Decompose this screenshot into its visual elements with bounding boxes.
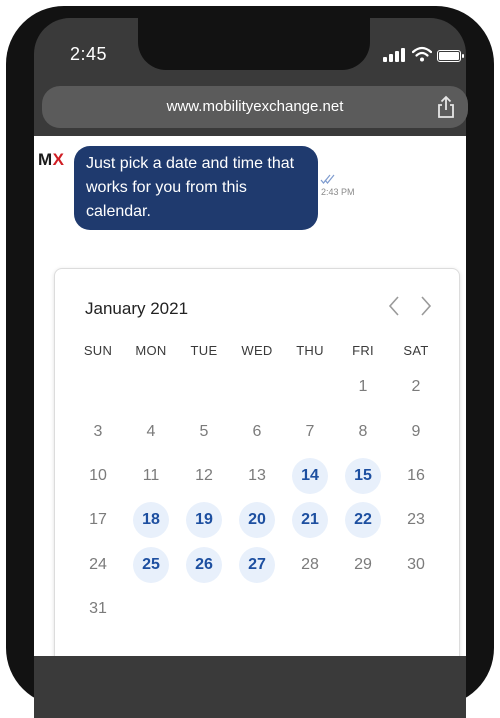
weekday-sat: SAT [403, 343, 429, 358]
calendar-day: 10 [89, 467, 107, 484]
calendar-day-available[interactable]: 20 [239, 502, 275, 538]
calendar-month-title: January 2021 [85, 299, 189, 318]
calendar-day: 6 [252, 423, 262, 440]
url-text: www.mobilityexchange.net [166, 98, 344, 115]
calendar-day: 13 [248, 467, 266, 484]
calendar-day-available[interactable]: 14 [292, 458, 328, 494]
calendar-day: 24 [89, 556, 107, 573]
battery-icon [437, 50, 464, 62]
calendar-day-available[interactable]: 27 [239, 547, 275, 583]
calendar-day-available[interactable]: 25 [133, 547, 169, 583]
read-receipt-icon [320, 174, 335, 184]
calendar-day: 3 [93, 423, 103, 440]
calendar-day: 5 [199, 423, 209, 440]
calendar-widget: January 2021 SUN MON TUE WED THU FRI SAT 12345… [54, 268, 460, 656]
weekday-wed: WED [241, 343, 273, 358]
logo-letter-m: M [38, 150, 53, 169]
status-time: 2:45 [70, 44, 108, 64]
phone-notch [138, 18, 370, 70]
weekday-thu: THU [296, 343, 324, 358]
chevron-left-icon[interactable] [387, 295, 401, 317]
weekday-mon: MON [135, 343, 167, 358]
calendar-day-available[interactable]: 19 [186, 502, 222, 538]
chat-message-bubble: Just pick a date and time that works for… [74, 146, 318, 230]
calendar-day: 16 [407, 467, 425, 484]
calendar-day: 12 [195, 467, 213, 484]
calendar-day: 2 [411, 378, 421, 395]
calendar-day: 30 [407, 556, 425, 573]
chat-screen: MX Just pick a date and time that works … [34, 136, 466, 656]
calendar-day: 4 [146, 423, 156, 440]
calendar-day-available[interactable]: 18 [133, 502, 169, 538]
calendar-day: 29 [354, 556, 372, 573]
calendar-day: 7 [305, 423, 315, 440]
calendar-day: 23 [407, 511, 425, 528]
signal-icon [383, 48, 407, 64]
calendar-day: 31 [89, 600, 107, 617]
calendar-day-available[interactable]: 15 [345, 458, 381, 494]
message-time: 2:43 PM [321, 187, 355, 197]
wifi-icon [412, 46, 432, 62]
calendar-day-available[interactable]: 21 [292, 502, 328, 538]
calendar-day: 8 [358, 423, 368, 440]
chevron-right-icon[interactable] [419, 295, 433, 317]
weekday-tue: TUE [190, 343, 218, 358]
calendar-day: 28 [301, 556, 319, 573]
calendar-day-available[interactable]: 26 [186, 547, 222, 583]
calendar-day: 11 [142, 467, 160, 484]
weekday-sun: SUN [83, 343, 113, 358]
calendar-day: 17 [89, 511, 107, 528]
url-bar[interactable]: www.mobilityexchange.net [42, 86, 468, 128]
chat-message-text: Just pick a date and time that works for… [86, 155, 295, 220]
logo-letter-x: X [52, 150, 65, 169]
share-icon[interactable] [436, 95, 456, 119]
calendar-day: 9 [411, 423, 421, 440]
calendar-day: 1 [358, 378, 368, 395]
mx-logo: MX [38, 150, 65, 170]
weekday-fri: FRI [352, 343, 374, 358]
calendar-day-available[interactable]: 22 [345, 502, 381, 538]
